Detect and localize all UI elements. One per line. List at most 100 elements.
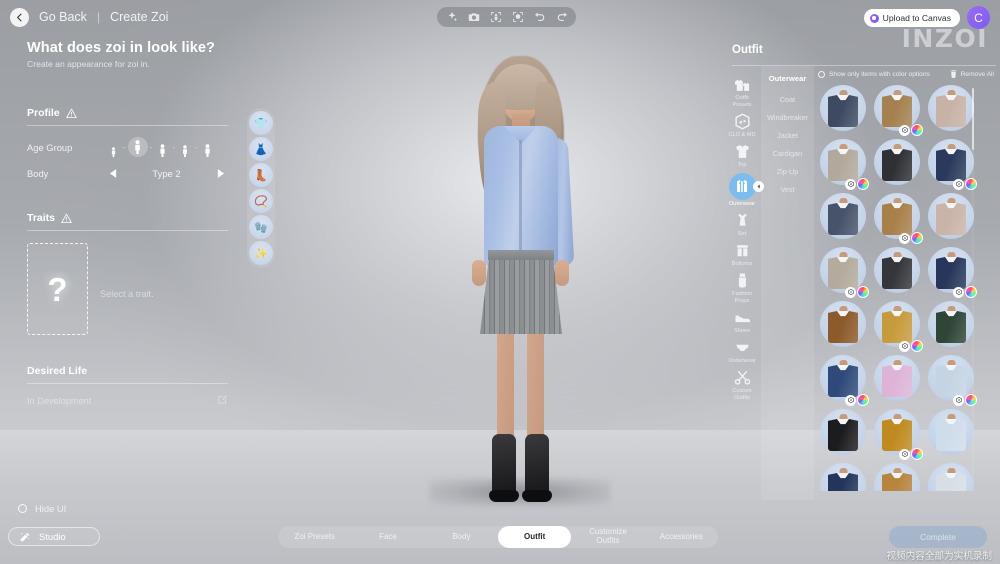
avatar-model[interactable] xyxy=(440,52,600,502)
color-options-icon[interactable] xyxy=(857,286,869,298)
outfit-thumbnail[interactable] xyxy=(817,137,869,190)
color-options-filter-label[interactable]: Show only items with color options xyxy=(829,71,930,78)
subcategory-cardigan[interactable]: Cardigan xyxy=(773,149,802,158)
worn-gloves[interactable]: 🧤 xyxy=(249,215,273,239)
age-option-infant[interactable] xyxy=(105,137,121,157)
complete-button[interactable]: Complete xyxy=(889,526,987,548)
material-options-icon[interactable] xyxy=(845,394,856,406)
tab-accessories[interactable]: Accessories xyxy=(645,526,718,548)
outfit-thumbnail[interactable] xyxy=(925,245,977,298)
outfit-thumbnail[interactable] xyxy=(871,137,923,189)
hide-ui-radio[interactable] xyxy=(18,504,27,513)
tab-face[interactable]: Face xyxy=(351,526,424,548)
worn-top[interactable]: 👕 xyxy=(249,111,273,135)
outfit-thumbnail[interactable] xyxy=(925,83,977,135)
color-options-icon[interactable] xyxy=(965,394,977,406)
material-options-icon[interactable] xyxy=(845,286,856,298)
trash-icon[interactable] xyxy=(950,70,957,78)
outfit-thumbnail[interactable] xyxy=(925,137,977,190)
worn-shoes[interactable]: 👢 xyxy=(249,163,273,187)
tab-body[interactable]: Body xyxy=(425,526,498,548)
color-options-icon[interactable] xyxy=(857,178,869,190)
redo-icon[interactable] xyxy=(555,11,568,24)
color-options-icon[interactable] xyxy=(965,178,977,190)
outfit-thumbnail[interactable] xyxy=(925,461,977,491)
outfit-thumbnail[interactable] xyxy=(871,83,923,136)
outfit-thumbnail[interactable] xyxy=(817,191,869,243)
outfit-thumbnail[interactable] xyxy=(817,299,869,351)
category-shoes[interactable]: Shoes xyxy=(724,309,760,335)
subcategory-windbreaker[interactable]: Windbreaker xyxy=(767,113,808,122)
age-option-child[interactable] xyxy=(127,137,148,157)
material-options-icon[interactable] xyxy=(953,178,964,190)
bottom-tab-bar[interactable]: Zoi Presets Face Body Outfit Customize Outfit… xyxy=(278,526,718,548)
color-options-icon[interactable] xyxy=(965,286,977,298)
category-set[interactable]: Set xyxy=(724,212,760,238)
upload-to-canvas-button[interactable]: Upload to Canvas xyxy=(863,9,960,27)
color-options-icon[interactable] xyxy=(857,394,869,406)
outfit-thumbnail[interactable] xyxy=(817,407,869,459)
material-options-icon[interactable] xyxy=(953,394,964,406)
edit-icon[interactable] xyxy=(217,394,228,407)
category-outerwear[interactable]: Outerwear xyxy=(724,172,764,208)
subcategory-jacket[interactable]: Jacket xyxy=(777,131,798,140)
outfit-thumbnail[interactable] xyxy=(817,83,869,135)
outfit-thumbnail[interactable] xyxy=(925,407,977,459)
color-options-icon[interactable] xyxy=(911,232,923,244)
material-options-icon[interactable] xyxy=(899,124,910,136)
camera-icon[interactable] xyxy=(467,11,480,24)
outfit-thumbnail[interactable] xyxy=(871,461,923,491)
tab-customize-outfits[interactable]: Customize Outfits xyxy=(571,526,644,548)
outfit-thumbnail[interactable] xyxy=(925,299,977,351)
trait-slot-empty[interactable]: ? xyxy=(27,243,88,335)
outfit-thumbnail[interactable] xyxy=(871,407,923,460)
collapse-subcategory-button[interactable] xyxy=(753,180,764,192)
subcategory-zip-up[interactable]: Zip-Up xyxy=(777,167,799,176)
scrollbar-thumb[interactable] xyxy=(972,88,974,150)
avatar[interactable]: C xyxy=(967,6,990,29)
category-bottoms[interactable]: Bottoms xyxy=(724,242,760,268)
worn-bottom[interactable]: 👗 xyxy=(249,137,273,161)
studio-button[interactable]: Studio xyxy=(8,527,100,546)
age-option-elder[interactable] xyxy=(200,137,216,157)
go-back-label[interactable]: Go Back xyxy=(39,10,87,24)
category-underwear[interactable]: Underwear xyxy=(724,339,760,365)
tab-zoi-presets[interactable]: Zoi Presets xyxy=(278,526,351,548)
subcategory-vest[interactable]: Vest xyxy=(781,185,795,194)
material-options-icon[interactable] xyxy=(953,286,964,298)
worn-necklace[interactable]: 📿 xyxy=(249,189,273,213)
material-options-icon[interactable] xyxy=(899,232,910,244)
outfit-thumbnail[interactable] xyxy=(871,191,923,244)
outfit-thumbnail[interactable] xyxy=(925,191,977,243)
outfit-thumbnail[interactable] xyxy=(817,245,869,298)
outfit-thumbnail[interactable] xyxy=(871,299,923,352)
category-clo-md[interactable]: CLO & MD xyxy=(724,113,760,139)
outfit-grid-scrollbar[interactable] xyxy=(972,88,974,484)
age-option-adult[interactable] xyxy=(177,137,193,157)
outfit-thumbnail[interactable] xyxy=(871,245,923,297)
color-options-icon[interactable] xyxy=(911,448,923,460)
category-outfit-presets[interactable]: Outfit Presets xyxy=(724,76,760,109)
remove-all-button[interactable]: Remove All xyxy=(961,71,994,78)
category-custom-outfits[interactable]: Custom Outfits xyxy=(724,369,760,402)
outfit-thumbnail[interactable] xyxy=(925,353,977,406)
frame-face-icon[interactable] xyxy=(511,11,524,24)
color-options-filter-radio[interactable] xyxy=(818,70,825,78)
category-rail[interactable]: Outfit Presets CLO & MD Top Outerwear Set Bott… xyxy=(723,66,764,500)
outfit-thumbnail[interactable] xyxy=(871,353,923,405)
body-prev-button[interactable] xyxy=(105,165,121,181)
outfit-thumbnail[interactable] xyxy=(817,461,869,491)
material-options-icon[interactable] xyxy=(899,448,910,460)
color-options-icon[interactable] xyxy=(911,340,923,352)
age-group-selector[interactable]: ---- xyxy=(105,137,216,157)
tab-outfit[interactable]: Outfit xyxy=(497,526,572,548)
go-back-button[interactable] xyxy=(10,7,29,27)
worn-items-strip[interactable]: 👕 👗 👢 📿 🧤 ✨ xyxy=(247,108,275,268)
subcategory-coat[interactable]: Coat xyxy=(780,95,795,104)
worn-earrings[interactable]: ✨ xyxy=(249,241,273,265)
color-options-icon[interactable] xyxy=(911,124,923,136)
undo-icon[interactable] xyxy=(533,11,546,24)
outfit-thumbnail[interactable] xyxy=(817,353,869,406)
sparkle-icon[interactable] xyxy=(445,11,458,24)
hide-ui-toggle[interactable]: Hide UI xyxy=(18,503,66,514)
